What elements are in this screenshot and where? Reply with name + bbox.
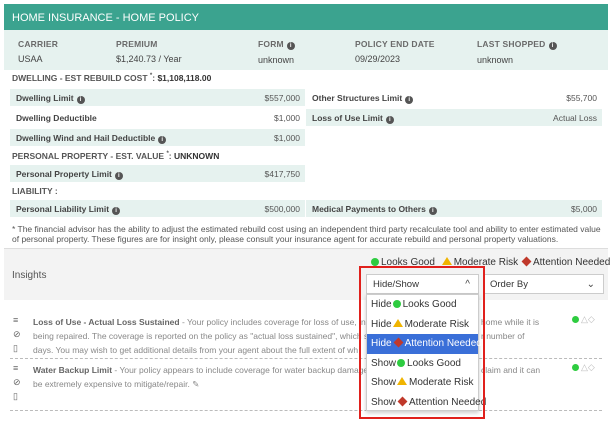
order-by-value: Order By	[490, 279, 529, 290]
form-value: unknown	[258, 55, 295, 65]
dwelling-deductible-row: Dwelling Deductible $1,000	[10, 109, 305, 126]
yellow-triangle-icon	[441, 257, 452, 265]
policy-end-label: POLICY END DATE	[355, 39, 435, 49]
insight-text: be extremely expensive to mitigate/repai…	[33, 379, 190, 389]
footnote: * The financial advisor has the ability …	[12, 224, 601, 244]
info-icon[interactable]: i	[548, 42, 557, 50]
chevron-down-icon: ⌄	[586, 279, 595, 290]
personal-property-label: Personal Property Limit	[16, 169, 112, 179]
legend-attention: Attention Needed	[532, 257, 611, 268]
policy-title: HOME INSURANCE - HOME POLICY	[12, 12, 200, 24]
personal-property-heading: PERSONAL PROPERTY - EST. VALUE *: UNKNOW…	[12, 151, 220, 161]
personal-property-row: Personal Property Limit i $417,750	[10, 165, 305, 182]
hide-eye-icon[interactable]: ⊘	[13, 377, 25, 391]
personal-property-heading-text: PERSONAL PROPERTY - EST. VALUE	[12, 151, 167, 161]
medical-payments-label: Medical Payments to Others	[312, 204, 426, 214]
red-diamond-icon	[521, 256, 532, 267]
policy-end-value: 09/29/2023	[355, 54, 401, 64]
green-dot-icon	[572, 364, 579, 371]
other-structures-label: Other Structures Limit	[312, 93, 403, 103]
medical-payments-row: Medical Payments to Others i $5,000	[306, 200, 602, 217]
loss-of-use-row: Loss of Use Limit i Actual Loss	[306, 109, 602, 126]
info-icon[interactable]: i	[158, 136, 167, 144]
info-icon[interactable]: i	[114, 172, 123, 180]
form-field: FORM i unknown	[258, 39, 295, 65]
wind-hail-label: Dwelling Wind and Hail Deductible	[16, 133, 156, 143]
info-icon[interactable]: i	[405, 96, 414, 104]
insight-text-right: claim and it can	[481, 363, 571, 377]
insight-title: Loss of Use - Actual Loss Sustained	[33, 317, 180, 327]
last-shopped-label: LAST SHOPPED	[477, 39, 546, 49]
info-icon[interactable]: i	[76, 96, 85, 104]
item-actions: ≡ ⊘ ▯	[13, 363, 25, 405]
green-dot-icon	[572, 316, 579, 323]
insight-text: r number of	[481, 331, 525, 341]
policy-header: HOME INSURANCE - HOME POLICY	[4, 4, 608, 30]
liability-heading: LIABILITY :	[12, 186, 58, 196]
info-icon[interactable]: i	[286, 42, 295, 50]
wind-hail-row: Dwelling Wind and Hail Deductible i $1,00…	[10, 129, 305, 146]
personal-liability-value: $500,000	[264, 204, 300, 214]
dwelling-limit-value: $557,000	[264, 93, 300, 103]
carrier-value: USAA	[18, 54, 43, 64]
document-icon[interactable]: ▯	[13, 391, 25, 405]
info-icon[interactable]: i	[385, 116, 394, 124]
last-shopped-field: LAST SHOPPED i unknown	[477, 39, 557, 65]
other-structures-value: $55,700	[566, 93, 597, 103]
personal-liability-label: Personal Liability Limit	[16, 204, 110, 214]
policy-summary: CARRIER USAA PREMIUM $1,240.73 / Year FO…	[4, 30, 608, 70]
dwelling-heading-text: DWELLING - EST REBUILD COST	[12, 73, 150, 83]
wind-hail-value: $1,000	[274, 133, 300, 143]
info-icon[interactable]: i	[112, 207, 121, 215]
personal-property-value: $417,750	[264, 169, 300, 179]
dwelling-deductible-label: Dwelling Deductible	[16, 113, 97, 123]
last-shopped-value: unknown	[477, 55, 514, 65]
insight-text: - Your policy appears to include coverag…	[112, 365, 369, 375]
premium-field: PREMIUM $1,240.73 / Year	[116, 39, 182, 64]
personal-property-est-value: UNKNOWN	[174, 151, 220, 161]
insight-text: - Your policy includes coverage for loss…	[179, 317, 378, 327]
insight-text: claim and it can	[481, 365, 541, 375]
status-icons: △◇	[572, 314, 595, 325]
footnote-star: *	[166, 151, 169, 158]
dwelling-heading: DWELLING - EST REBUILD COST *: $1,108,11…	[12, 73, 212, 83]
rebuild-cost-value: $1,108,118.00	[157, 73, 212, 83]
personal-liability-row: Personal Liability Limit i $500,000	[10, 200, 305, 217]
divider	[10, 410, 602, 411]
order-by-select[interactable]: Order By ⌄	[483, 274, 604, 294]
item-actions: ≡ ⊘ ▯	[13, 315, 25, 357]
info-icon[interactable]: i	[428, 207, 437, 215]
other-structures-row: Other Structures Limit i $55,700	[306, 89, 602, 106]
footnote-star: *	[149, 73, 153, 80]
status-icons: △◇	[572, 362, 595, 373]
loss-of-use-label: Loss of Use Limit	[312, 113, 383, 123]
premium-label: PREMIUM	[116, 39, 158, 49]
form-label: FORM	[258, 39, 284, 49]
carrier-label: CARRIER	[18, 39, 59, 49]
premium-value: $1,240.73 / Year	[116, 54, 182, 64]
green-dot-icon	[371, 258, 379, 266]
dwelling-limit-row: Dwelling Limit i $557,000	[10, 89, 305, 106]
hide-eye-icon[interactable]: ⊘	[13, 329, 25, 343]
dwelling-limit-label: Dwelling Limit	[16, 93, 74, 103]
insight-title: Water Backup Limit	[33, 365, 113, 375]
insights-title: Insights	[12, 270, 47, 281]
dwelling-deductible-value: $1,000	[274, 113, 300, 123]
carrier-field: CARRIER USAA	[18, 39, 58, 64]
insight-text: home while it is	[481, 317, 540, 327]
menu-icon[interactable]: ≡	[13, 363, 25, 377]
menu-icon[interactable]: ≡	[13, 315, 25, 329]
medical-payments-value: $5,000	[571, 204, 597, 214]
highlight-box	[359, 266, 485, 419]
insight-text-right: home while it is r number of	[481, 315, 571, 343]
loss-of-use-value: Actual Loss	[553, 113, 597, 123]
divider	[10, 358, 602, 359]
policy-end-field: POLICY END DATE 09/29/2023	[355, 39, 435, 64]
pencil-icon[interactable]: ✎	[192, 379, 199, 389]
document-icon[interactable]: ▯	[13, 343, 25, 357]
